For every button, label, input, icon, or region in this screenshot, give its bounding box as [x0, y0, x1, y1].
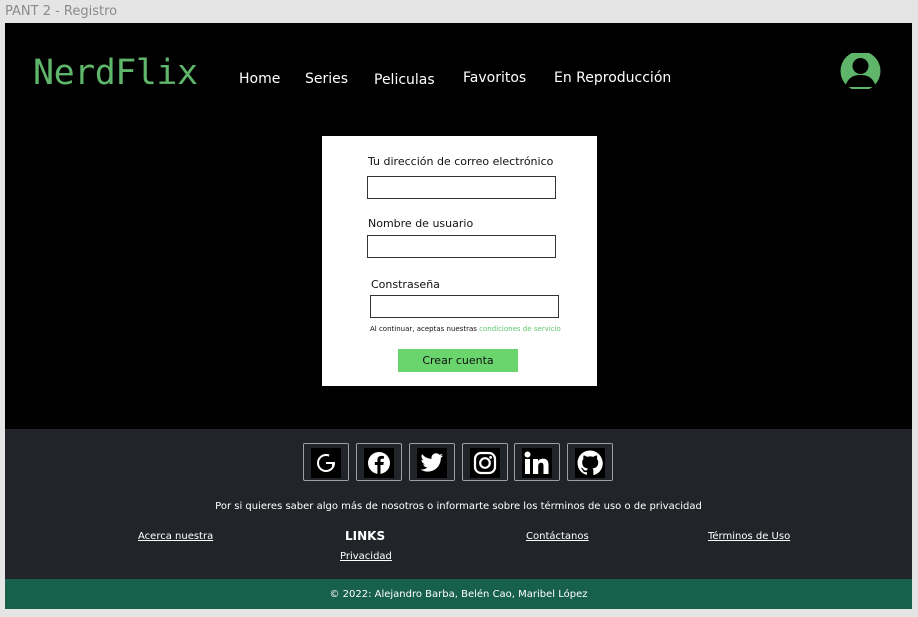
nerdflix-logo[interactable]: NerdFlix: [33, 53, 198, 93]
user-avatar-icon[interactable]: [840, 53, 881, 89]
twitter-icon: [417, 448, 447, 478]
twitter-link[interactable]: [409, 443, 455, 481]
privacy-link[interactable]: Privacidad: [340, 551, 392, 562]
username-field[interactable]: [367, 235, 556, 258]
registration-form: Tu dirección de correo electrónico Nombr…: [322, 136, 597, 386]
terms-prefix: Al continuar, aceptas nuestras: [370, 325, 477, 333]
facebook-icon: [364, 448, 394, 478]
email-field[interactable]: [367, 176, 556, 199]
nav-en-reproduccion[interactable]: En Reproducción: [554, 70, 671, 86]
nav-series[interactable]: Series: [305, 71, 348, 87]
google-link[interactable]: [303, 443, 349, 481]
frame-title: PANT 2 - Registro: [5, 4, 118, 19]
facebook-link[interactable]: [356, 443, 402, 481]
create-account-button[interactable]: Crear cuenta: [398, 349, 518, 372]
nav-peliculas[interactable]: Peliculas: [374, 72, 435, 88]
instagram-icon: [470, 448, 500, 478]
github-link[interactable]: [567, 443, 613, 481]
password-field[interactable]: [370, 295, 559, 318]
copyright-text: © 2022: Alejandro Barba, Belén Cao, Mari…: [329, 588, 588, 600]
nav-favoritos[interactable]: Favoritos: [463, 70, 526, 86]
terms-of-service-link[interactable]: condiciones de servicio: [479, 325, 561, 333]
footer-info-text: Por si quieres saber algo más de nosotro…: [215, 501, 702, 512]
email-label: Tu dirección de correo electrónico: [368, 155, 554, 168]
linkedin-link[interactable]: [514, 443, 560, 481]
copyright-bar: © 2022: Alejandro Barba, Belén Cao, Mari…: [5, 579, 912, 609]
terms-notice: Al continuar, aceptas nuestras condicion…: [370, 325, 561, 333]
nav-home[interactable]: Home: [239, 71, 280, 87]
footer: Por si quieres saber algo más de nosotro…: [5, 429, 912, 579]
links-heading: LINKS: [345, 529, 386, 543]
github-icon: [575, 448, 605, 478]
linkedin-icon: [522, 448, 552, 478]
google-icon: [311, 448, 341, 478]
terms-of-use-link[interactable]: Términos de Uso: [708, 531, 790, 542]
password-label: Constraseña: [371, 278, 440, 291]
username-label: Nombre de usuario: [368, 217, 474, 230]
app-window: NerdFlix Home Series Peliculas Favoritos…: [5, 23, 912, 609]
instagram-link[interactable]: [462, 443, 508, 481]
about-link[interactable]: Acerca nuestra: [138, 531, 213, 542]
contact-link[interactable]: Contáctanos: [526, 531, 589, 542]
